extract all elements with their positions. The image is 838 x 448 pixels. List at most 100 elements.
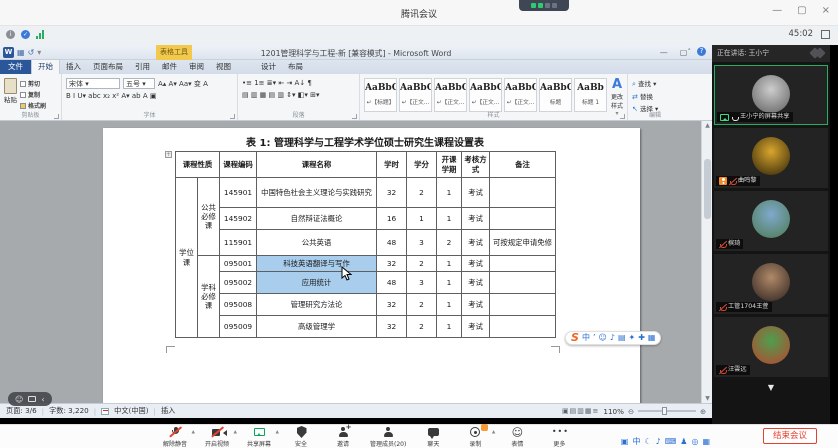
vertical-scrollbar[interactable]: ▲ ▼ [701,121,712,403]
ime-voice-icon[interactable]: ♪ [610,332,615,344]
table-cell[interactable]: 48 [377,230,407,256]
ime-punct-icon[interactable]: ’ [593,332,596,344]
ime-keyboard-icon[interactable]: ▤ [618,332,626,344]
toolbar-button-shield[interactable]: 安全 [286,426,316,448]
meeting-mini-toolbar[interactable]: ☺ ‹ [8,392,52,406]
chevron-up-icon[interactable]: ▲ [276,430,279,435]
table-cell[interactable]: 32 [377,256,407,272]
tab-开始[interactable]: 开始 [31,59,60,74]
zoom-in-icon[interactable]: ⊕ [700,407,706,416]
help-icon[interactable]: ? [697,47,706,56]
table-cell[interactable]: 2 [407,256,437,272]
toolbar-button-chat[interactable]: 聊天 [418,426,448,448]
zoom-out-icon[interactable]: ⊖ [628,407,634,416]
minimize-icon[interactable]: — [772,6,782,16]
style-chip[interactable]: AaBbC↵【标题】 [364,78,397,112]
table-cell[interactable]: 1 [437,178,462,208]
tray-lang-chinese-icon[interactable]: 中 [632,437,640,446]
participant-tile[interactable]: 工管1704王萱 [714,254,828,314]
course-name-cell[interactable]: 管理研究方法论 [257,294,377,316]
style-chip[interactable]: AaBbCc↵【正文... [469,78,502,112]
participant-tile[interactable]: 曲鸣黎 [714,128,828,188]
tray-meeting-icon[interactable]: ▣ [621,437,629,446]
table-cell[interactable]: 2 [407,294,437,316]
end-meeting-button[interactable]: 结束会议 [763,428,817,444]
change-styles-button[interactable]: A 更改样式 ▾ [611,78,623,111]
table-cell[interactable]: 考试 [462,256,490,272]
table-cell[interactable]: 3 [407,272,437,294]
course-name-cell[interactable]: 中国特色社会主义理论与实践研究 [257,178,377,208]
font-size-combo[interactable]: 五号 ▾ [123,78,155,89]
table-cell[interactable]: 2 [407,178,437,208]
align-buttons[interactable]: ▤ ▥ ▦ ▤ ▥ ⇕▾ ◧▾ ⊞▾ [242,90,320,100]
word-count[interactable]: 字数: 3,220 [49,406,89,416]
participant-tile[interactable]: 槟琦 [714,191,828,251]
participant-tile[interactable]: 汪雲远 [714,317,828,377]
course-name-cell[interactable]: 应用统计 [257,272,377,294]
table-cell[interactable]: 2 [407,316,437,338]
scrollbar-thumb[interactable] [704,159,711,219]
zoom-level[interactable]: 110% [603,407,624,416]
table-cell[interactable]: 48 [377,272,407,294]
scroll-participants-icon[interactable]: ▼ [712,383,830,393]
format-painter-button[interactable]: 格式刷 [20,101,46,110]
table-cell[interactable] [490,256,556,272]
zoom-slider[interactable] [638,410,696,412]
style-chip[interactable]: AaBbCc↵【正文... [504,78,537,112]
find-button[interactable]: ⌕ 查找 ▾ [632,78,678,89]
table-cell[interactable]: 1 [437,294,462,316]
table-cell[interactable]: 1 [437,208,462,230]
language-indicator[interactable]: 中文(中国) [114,406,148,416]
tray-moon-icon[interactable]: ☾ [644,437,651,446]
table-cell[interactable]: 145901 [220,178,257,208]
scroll-down-icon[interactable]: ▼ [702,395,712,402]
sogou-ime-bar[interactable]: S中’☺♪▤✦✚▦ [565,331,661,345]
tray-search-icon[interactable]: ◎ [691,437,698,446]
info-icon[interactable]: i [6,30,15,39]
tab-文件[interactable]: 文件 [0,60,31,74]
cut-button[interactable]: 剪切 [20,79,46,88]
ime-emoji-icon[interactable]: ☺ [598,332,606,344]
document-canvas[interactable]: 表 1: 管理科学与工程学术学位硕士研究生课程设置表 + 课程性质课程编码课程名… [0,121,712,403]
table-cell[interactable]: 095009 [220,316,257,338]
toolbar-button-emoji[interactable]: ☺表情 [502,426,532,448]
table-cell[interactable]: 32 [377,316,407,338]
course-name-cell[interactable]: 高级管理学 [257,316,377,338]
word-minimize-icon[interactable]: — [660,48,668,57]
ime-grid-icon[interactable]: ▦ [648,332,656,344]
tab-引用[interactable]: 引用 [129,60,156,74]
fullscreen-icon[interactable] [821,30,830,39]
table-cell[interactable]: 考试 [462,316,490,338]
table-cell[interactable]: 考试 [462,178,490,208]
table-cell[interactable]: 可按规定申请免修 [490,230,556,256]
table-cell[interactable]: 095002 [220,272,257,294]
tab-设计[interactable]: 设计 [255,60,282,74]
sogou-logo-icon[interactable]: S [571,332,579,344]
ribbon-collapse-icon[interactable]: ˄ [688,48,692,56]
table-cell[interactable]: 095001 [220,256,257,272]
ime-skin-icon[interactable]: ✦ [629,332,636,344]
font-size-buttons[interactable]: A▴ A▾ Aa▾ 变 A [158,79,208,89]
participant-tile[interactable]: 王小宁的屏幕共享 [714,65,828,125]
word-restore-icon[interactable]: ▢ [680,48,688,57]
dialog-launcher-icon[interactable] [352,114,357,119]
maximize-icon[interactable]: ▢ [797,6,806,16]
insert-mode[interactable]: 插入 [161,406,175,416]
recording-indicator-pill[interactable] [519,0,569,11]
font-style-buttons[interactable]: B I U▾ abc x₂ x² A▾ ab A ▣ [66,91,156,101]
table-cell[interactable]: 1 [437,272,462,294]
table-cell[interactable] [490,294,556,316]
tray-grid-icon[interactable]: ▦ [702,437,710,446]
tab-视图[interactable]: 视图 [210,60,237,74]
font-name-combo[interactable]: 宋体 ▾ [66,78,120,89]
tray-keyboard-icon[interactable]: ⌨ [665,437,677,446]
chevron-up-icon[interactable]: ▲ [234,430,237,435]
style-chip[interactable]: AaBbCc↵【正文... [399,78,432,112]
emoji-icon[interactable]: ☺ [15,395,23,404]
spellcheck-icon[interactable] [101,408,109,415]
ime-mode-chinese-icon[interactable]: 中 [582,332,590,344]
tab-邮件[interactable]: 邮件 [156,60,183,74]
table-cell[interactable] [490,316,556,338]
dialog-launcher-icon[interactable] [230,114,235,119]
table-cell[interactable]: 1 [437,316,462,338]
